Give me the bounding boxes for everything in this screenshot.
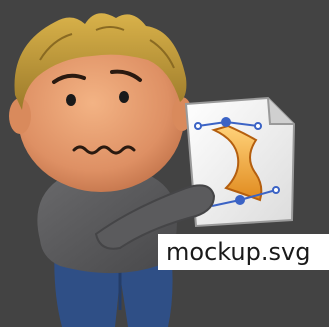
illustration-scene — [9, 13, 296, 327]
file-name-label: mockup.svg — [158, 234, 329, 270]
